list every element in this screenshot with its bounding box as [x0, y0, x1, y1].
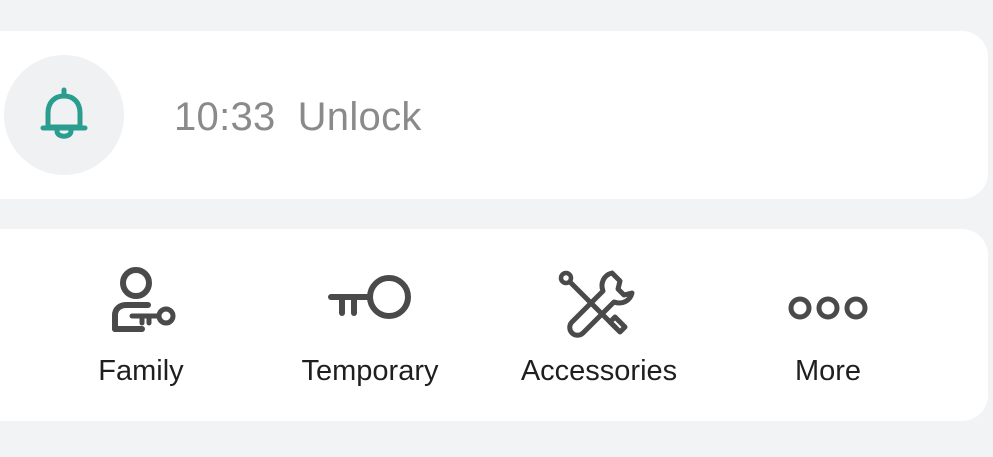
family-button[interactable]: Family — [31, 229, 251, 421]
bell-icon — [40, 87, 88, 139]
family-key-icon — [96, 263, 186, 343]
bell-badge — [4, 55, 124, 175]
quick-actions-card: Family Temporary Accessories More — [0, 229, 988, 421]
temporary-button[interactable]: Temporary — [260, 229, 480, 421]
family-label: Family — [98, 355, 184, 387]
notice-time: 10:33 — [174, 95, 276, 139]
accessories-button[interactable]: Accessories — [489, 229, 709, 421]
notice-text: 10:33 Unlock — [174, 95, 422, 140]
key-icon — [325, 263, 415, 343]
more-button[interactable]: More — [718, 229, 938, 421]
unlock-notice-card[interactable]: 10:33 Unlock — [0, 31, 988, 199]
more-label: More — [794, 355, 862, 387]
accessories-label: Accessories — [520, 355, 678, 387]
notice-message: Unlock — [297, 95, 422, 139]
tools-icon — [554, 263, 644, 343]
temporary-label: Temporary — [301, 355, 439, 387]
more-dots-icon — [783, 263, 873, 343]
